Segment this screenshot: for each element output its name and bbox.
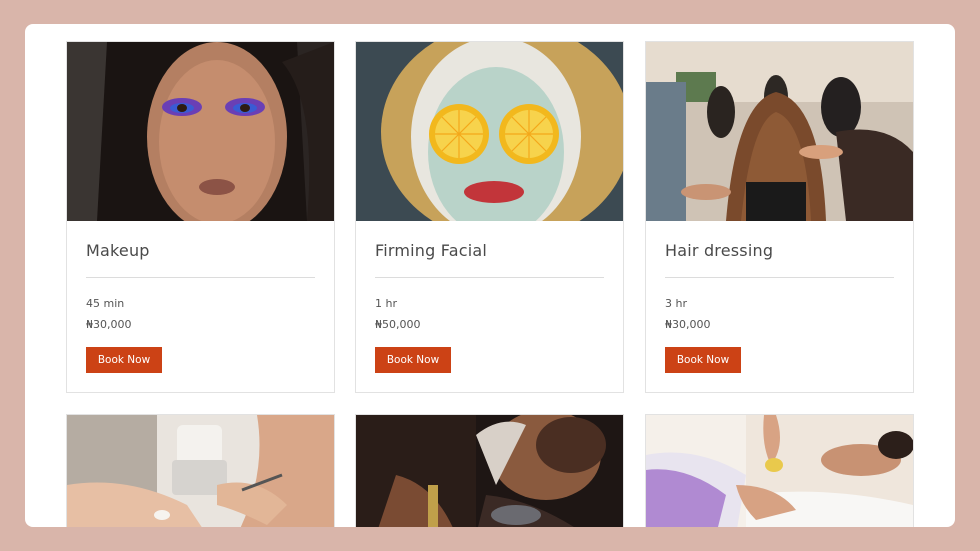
service-card-hair-dressing: Hair dressing 3 hr ₦30,000 Book Now: [645, 41, 914, 393]
service-card-firming-facial: Firming Facial 1 hr ₦50,000 Book Now: [355, 41, 624, 393]
service-title: Makeup: [86, 241, 150, 260]
hairdressing-photo: [646, 42, 913, 221]
service-title: Hair dressing: [665, 241, 774, 260]
service-card-makeup: Makeup 45 min ₦30,000 Book Now: [66, 41, 335, 393]
divider: [86, 277, 315, 278]
service-title: Firming Facial: [375, 241, 488, 260]
facial-photo: [356, 42, 623, 221]
divider: [665, 277, 894, 278]
service-price: ₦50,000: [375, 318, 421, 331]
massage-photo: [646, 415, 913, 527]
tattoo-photo: [356, 415, 623, 527]
service-duration: 1 hr: [375, 297, 397, 310]
divider: [375, 277, 604, 278]
service-duration: 45 min: [86, 297, 125, 310]
service-duration: 3 hr: [665, 297, 687, 310]
makeup-photo: [67, 42, 334, 221]
service-card-tattoo: [355, 414, 624, 527]
book-now-button[interactable]: Book Now: [86, 347, 162, 373]
service-card-massage: [645, 414, 914, 527]
book-now-button[interactable]: Book Now: [375, 347, 451, 373]
page-frame: Makeup 45 min ₦30,000 Book Now Firming F…: [25, 24, 955, 527]
nails-photo: [67, 415, 334, 527]
service-card-nails: [66, 414, 335, 527]
book-now-button[interactable]: Book Now: [665, 347, 741, 373]
service-price: ₦30,000: [665, 318, 711, 331]
service-price: ₦30,000: [86, 318, 132, 331]
